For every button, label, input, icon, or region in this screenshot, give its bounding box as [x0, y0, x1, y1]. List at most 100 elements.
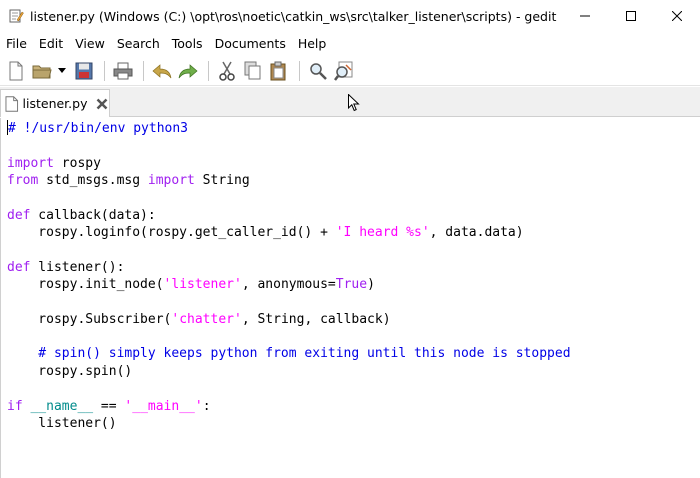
save-button[interactable]: [72, 59, 96, 83]
close-button[interactable]: [654, 0, 700, 32]
tab-listener-py[interactable]: listener.py: [0, 89, 110, 117]
copy-button[interactable]: [241, 59, 265, 83]
minimize-button[interactable]: [562, 0, 608, 32]
code-line[interactable]: rospy.Subscriber('chatter', String, call…: [7, 311, 571, 328]
menu-bar: File Edit View Search Tools Documents He…: [0, 32, 700, 54]
code-token: , String, callback): [241, 311, 391, 327]
menu-search[interactable]: Search: [111, 36, 166, 51]
code-line[interactable]: rospy.loginfo(rospy.get_caller_id() + 'I…: [7, 224, 571, 241]
code-token: rospy.Subscriber(: [7, 311, 172, 327]
code-token: ==: [93, 398, 125, 414]
code-line[interactable]: ​: [7, 380, 571, 397]
code-token: rospy.loginfo(rospy.get_caller_id() +: [7, 225, 336, 241]
mouse-pointer-icon: [348, 94, 360, 112]
redo-icon: [178, 63, 198, 78]
close-icon: [96, 98, 108, 109]
open-dropdown-button[interactable]: [56, 59, 68, 83]
code-line[interactable]: rospy.spin(): [7, 363, 571, 380]
redo-button[interactable]: [176, 59, 200, 83]
cut-button[interactable]: [215, 59, 239, 83]
find-button[interactable]: [306, 59, 330, 83]
toolbar-separator: [299, 60, 300, 81]
window-controls: [562, 0, 700, 32]
new-document-button[interactable]: [4, 59, 28, 83]
toolbar-separator: [208, 60, 209, 81]
close-icon: [672, 11, 682, 21]
chevron-down-icon: [58, 67, 66, 73]
open-button[interactable]: [30, 59, 54, 83]
menu-tools[interactable]: Tools: [166, 36, 209, 51]
copy-icon: [244, 61, 261, 79]
code-line[interactable]: ​: [7, 137, 571, 154]
code-token: 'listener': [163, 277, 242, 293]
document-icon: [5, 95, 19, 112]
code-token: , anonymous=: [241, 277, 336, 293]
code-token: True: [335, 277, 368, 293]
code-editor[interactable]: # !/usr/bin/env python3​import rospyfrom…: [0, 118, 700, 478]
code-token: # spin() simply keeps python from exitin…: [7, 346, 571, 362]
code-line[interactable]: import rospy: [7, 155, 571, 172]
code-content[interactable]: # !/usr/bin/env python3​import rospyfrom…: [7, 120, 571, 432]
code-token: callback(data):: [30, 207, 156, 223]
open-folder-icon: [32, 65, 52, 78]
find-replace-button[interactable]: [332, 59, 356, 83]
toolbar-separator: [143, 60, 144, 81]
window-title: listener.py (Windows (C:) \opt\ros\noeti…: [30, 8, 557, 24]
menu-file[interactable]: File: [0, 36, 33, 51]
title-bar: listener.py (Windows (C:) \opt\ros\noeti…: [0, 0, 700, 32]
code-token: std_msgs.msg: [38, 173, 148, 189]
code-line[interactable]: from std_msgs.msg import String: [7, 172, 571, 189]
tab-label: listener.py: [22, 96, 88, 111]
code-token: , data.data): [429, 225, 524, 241]
new-document-icon: [9, 61, 23, 80]
code-token: :: [202, 398, 211, 414]
code-token: ): [367, 277, 375, 293]
code-line[interactable]: # !/usr/bin/env python3: [7, 120, 571, 137]
find-icon: [310, 62, 327, 80]
code-line[interactable]: ​: [7, 328, 571, 345]
print-button[interactable]: [111, 59, 135, 83]
code-token: '__main__': [124, 398, 203, 414]
code-token: 'chatter': [171, 311, 242, 327]
menu-edit[interactable]: Edit: [33, 36, 69, 51]
code-token: String: [194, 173, 250, 189]
code-line[interactable]: def listener():: [7, 259, 571, 276]
code-line[interactable]: listener(): [7, 415, 571, 432]
menu-help[interactable]: Help: [292, 36, 333, 51]
code-line[interactable]: ​: [7, 189, 571, 206]
code-line[interactable]: if __name__ == '__main__':: [7, 398, 571, 415]
undo-icon: [152, 63, 172, 78]
maximize-button[interactable]: [608, 0, 654, 32]
maximize-icon: [626, 11, 636, 21]
code-token: rospy.spin(): [7, 363, 133, 379]
code-token: import: [7, 155, 54, 171]
code-token: rospy.init_node(: [7, 277, 164, 293]
code-line[interactable]: def callback(data):: [7, 207, 571, 224]
paste-icon: [270, 61, 286, 80]
toolbar: [0, 56, 700, 86]
gedit-app-icon: [9, 9, 24, 23]
tab-close-button[interactable]: [95, 97, 109, 111]
code-token: from: [7, 173, 39, 189]
code-token: rospy: [53, 155, 101, 171]
undo-button[interactable]: [150, 59, 174, 83]
code-token: listener(): [7, 415, 117, 431]
code-line[interactable]: rospy.init_node('listener', anonymous=Tr…: [7, 276, 571, 293]
cut-icon: [219, 61, 235, 81]
save-icon: [75, 62, 93, 79]
code-line[interactable]: ​: [7, 241, 571, 258]
code-token: def: [7, 259, 31, 275]
code-line[interactable]: ​: [7, 293, 571, 310]
menu-view[interactable]: View: [69, 36, 111, 51]
menu-documents[interactable]: Documents: [209, 36, 292, 51]
code-token: 'I heard %s': [335, 225, 430, 241]
code-token: __name__: [30, 398, 94, 414]
code-token: if: [7, 398, 23, 414]
paste-button[interactable]: [267, 59, 291, 83]
code-token: import: [147, 173, 195, 189]
code-token: # !/usr/bin/env python3: [8, 121, 189, 136]
find-replace-icon: [334, 61, 353, 81]
print-icon: [113, 62, 133, 79]
code-line[interactable]: # spin() simply keeps python from exitin…: [7, 345, 571, 362]
minimize-icon: [580, 15, 590, 17]
